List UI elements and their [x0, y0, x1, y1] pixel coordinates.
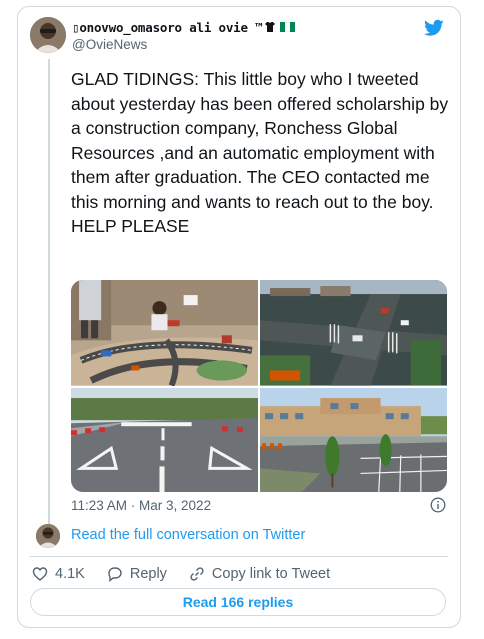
- author-handle[interactable]: @OvieNews: [72, 37, 147, 52]
- tweet-media-grid[interactable]: [71, 280, 447, 492]
- link-icon: [190, 567, 204, 581]
- author-avatar[interactable]: [30, 17, 66, 53]
- media-image-intersection[interactable]: [260, 280, 447, 386]
- thread-line: [48, 59, 50, 525]
- read-conversation-link[interactable]: Read the full conversation on Twitter: [71, 527, 305, 543]
- divider: [30, 556, 448, 557]
- copy-link-label: Copy link to Tweet: [211, 566, 331, 582]
- reply-button[interactable]: Reply: [107, 566, 167, 582]
- tweet-actions: 4.1K Reply Copy link to Tweet: [32, 563, 352, 585]
- like-count: 4.1K: [55, 566, 85, 582]
- read-replies-button[interactable]: Read 166 replies: [30, 588, 446, 616]
- tweet-text: GLAD TIDINGS: This little boy who I twee…: [71, 69, 454, 236]
- copy-link-button[interactable]: Copy link to Tweet: [189, 566, 330, 582]
- tshirt-icon: [264, 21, 276, 33]
- conversation-avatar[interactable]: [36, 524, 60, 548]
- heart-icon: [32, 567, 48, 581]
- author-name-row[interactable]: ▯onovwo_omasoro ali ovie ™: [72, 17, 296, 37]
- tweet-card: ▯onovwo_omasoro ali ovie ™ @OvieNews GLA…: [17, 6, 461, 628]
- reply-icon: [108, 567, 122, 582]
- media-image-road-markings[interactable]: [71, 387, 258, 492]
- nigeria-flag-icon: [280, 22, 296, 32]
- media-image-building-parking[interactable]: [260, 387, 447, 492]
- author-display-name[interactable]: ▯onovwo_omasoro ali ovie ™: [72, 20, 263, 35]
- like-button[interactable]: 4.1K: [32, 566, 85, 582]
- info-icon[interactable]: [430, 497, 446, 513]
- tweet-timestamp[interactable]: 11:23 AM · Mar 3, 2022: [71, 498, 211, 513]
- twitter-bird-icon[interactable]: [424, 19, 444, 37]
- reply-label: Reply: [129, 566, 167, 582]
- media-image-boy-with-model[interactable]: [71, 280, 258, 386]
